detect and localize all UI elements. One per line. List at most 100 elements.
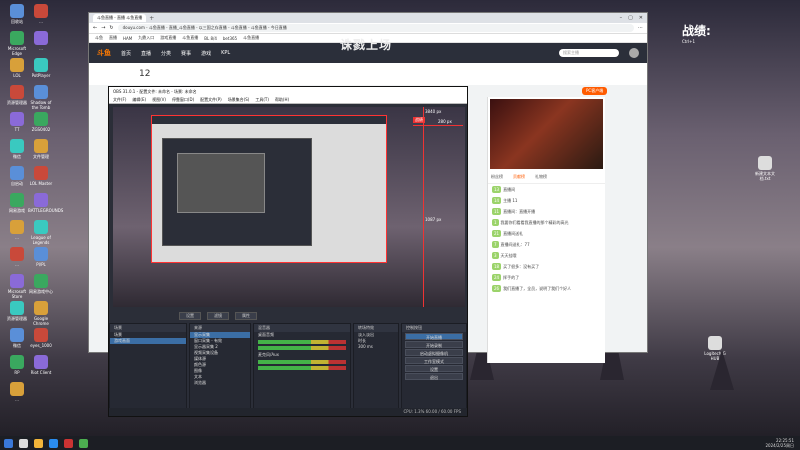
obs-toolbar-button[interactable]: 设置 <box>179 312 201 320</box>
control-button[interactable]: 设置 <box>405 365 463 372</box>
transition-duration[interactable]: 300 ms <box>354 344 398 350</box>
desktop-icon[interactable]: Google Chrome <box>28 301 54 326</box>
desktop-icon[interactable]: 资源管理器 <box>4 301 30 321</box>
close-icon[interactable]: ✕ <box>639 15 643 21</box>
desktop-icon[interactable]: BATTLEGROUNDS <box>28 193 63 213</box>
desktop-icon[interactable]: LOL Master <box>28 166 54 186</box>
site-nav-link[interactable]: KPL <box>221 50 230 57</box>
desktop-icon-label: 微信 <box>13 154 21 159</box>
back-icon[interactable]: ← <box>93 25 97 31</box>
chat-tab[interactable]: 贡献榜 <box>513 174 525 180</box>
source-item[interactable]: 浏览器 <box>190 380 250 386</box>
desktop-icon[interactable]: 资源管理器 <box>4 85 30 105</box>
extensions-icon[interactable]: ⋯ <box>638 25 643 31</box>
site-nav-link[interactable]: 赛事 <box>181 50 191 57</box>
obs-source-toolbar: 设置 滤镜 属性 <box>109 311 467 321</box>
site-nav-link[interactable]: 直播 <box>141 50 151 57</box>
user-avatar[interactable] <box>629 48 639 58</box>
start-icon[interactable] <box>4 438 13 448</box>
obs-menu-item[interactable]: 视图(V) <box>152 96 166 103</box>
desktop-icon-label: 新建文本文档.txt <box>755 171 775 181</box>
side-video-thumbnail[interactable] <box>490 99 603 169</box>
forward-icon[interactable]: → <box>101 25 105 31</box>
system-tray[interactable]: 22:25:51 2024/2/25周日 <box>765 438 800 448</box>
desktop-icon[interactable]: TT <box>4 112 30 132</box>
desktop-icon[interactable]: 自启动 <box>4 166 30 186</box>
url-field[interactable]: douyu.com - 斗鱼直播 - 直播_斗鱼直播 - 以三国之存直播 - 斗… <box>117 24 634 32</box>
bookmark-item[interactable]: 斗鱼直播 <box>182 35 198 41</box>
obs-preview[interactable]: 战绩 3840 px 1087 px 280 px <box>113 107 465 307</box>
desktop-icon[interactable]: 微信 <box>4 139 30 159</box>
desktop-icon[interactable]: 网易游戏中心 <box>28 274 54 294</box>
bookmark-item[interactable]: 斗鱼 <box>95 35 103 41</box>
search-icon[interactable] <box>19 438 28 448</box>
desktop-icon[interactable]: ... <box>4 247 30 267</box>
desktop-icon[interactable]: PotPlayer <box>28 58 54 78</box>
desktop-icon[interactable]: League of Legends <box>28 220 54 245</box>
desktop-icon-image <box>10 193 24 207</box>
desktop-icon[interactable]: 新建文本文档.txt <box>752 156 778 181</box>
desktop-icon[interactable]: ... <box>28 4 54 24</box>
bookmark-item[interactable]: 直播 <box>109 35 117 41</box>
file-explorer-icon[interactable] <box>34 438 43 448</box>
desktop-icon[interactable]: 网易游戏 <box>4 193 30 213</box>
desktop-icon[interactable]: ... <box>4 382 30 402</box>
obs-menu-item[interactable]: 文件(F) <box>113 96 126 103</box>
desktop-icon[interactable]: Microsoft Store <box>4 274 30 299</box>
chat-tab[interactable]: 礼物榜 <box>535 174 547 180</box>
bookmark-item[interactable]: BL 8/4 <box>204 36 217 41</box>
site-nav-link[interactable]: 首页 <box>121 50 131 57</box>
wechat-icon[interactable] <box>79 438 88 448</box>
obs-menu-item[interactable]: 配置文件(P) <box>200 96 222 103</box>
control-button[interactable]: 退出 <box>405 373 463 380</box>
site-search-input[interactable]: 搜索主播 <box>559 49 619 57</box>
obs-toolbar-button[interactable]: 属性 <box>235 312 257 320</box>
control-button[interactable]: 开始直播 <box>405 333 463 340</box>
control-button[interactable]: 启动虚拟摄像机 <box>405 349 463 356</box>
desktop-icon[interactable]: 文件管理 <box>28 139 54 159</box>
obs-icon[interactable] <box>64 438 73 448</box>
edge-icon[interactable] <box>49 438 58 448</box>
desktop-icon[interactable]: 微信 <box>4 328 30 348</box>
desktop-icon[interactable]: LOL <box>4 58 30 78</box>
maximize-icon[interactable]: ▢ <box>628 15 633 21</box>
desktop-icon[interactable]: eyes_1000 <box>28 328 54 348</box>
site-logo[interactable]: 斗鱼 <box>97 48 111 58</box>
new-tab-icon[interactable]: + <box>149 15 154 22</box>
obs-toolbar-button[interactable]: 滤镜 <box>207 312 229 320</box>
bookmark-item[interactable]: 斗鱼直播 <box>243 35 259 41</box>
obs-menu-item[interactable]: 帮助(H) <box>275 96 289 103</box>
bookmark-item[interactable]: 九鼎入口 <box>138 35 154 41</box>
minimize-icon[interactable]: – <box>620 15 623 21</box>
obs-menu-item[interactable]: 场景集合(S) <box>228 96 250 103</box>
desktop-icon-image <box>34 31 48 45</box>
desktop-icon[interactable]: Microsoft Edge <box>4 31 30 56</box>
obs-menu-item[interactable]: 停靠窗口(D) <box>172 96 194 103</box>
obs-menu-item[interactable]: 编辑(E) <box>132 96 146 103</box>
control-button[interactable]: 开始录制 <box>405 341 463 348</box>
chat-text: 买了很多：没有买了 <box>503 264 540 269</box>
desktop-icon[interactable]: 回收站 <box>4 4 30 24</box>
site-nav-link[interactable]: 分类 <box>161 50 171 57</box>
reload-icon[interactable]: ↻ <box>109 25 113 31</box>
desktop-icon[interactable]: RP <box>4 355 30 375</box>
bookmark-item[interactable]: HAM <box>123 36 132 41</box>
volume-slider[interactable] <box>258 346 346 350</box>
desktop-icon[interactable]: ... <box>4 220 30 240</box>
scene-item[interactable]: 游戏画面 <box>110 338 186 344</box>
volume-slider[interactable] <box>258 366 346 370</box>
bookmark-item[interactable]: 游戏直播 <box>160 35 176 41</box>
site-nav-link[interactable]: 游戏 <box>201 50 211 57</box>
desktop-icon[interactable]: Pl/PL <box>28 247 54 267</box>
desktop-icon-label: Google Chrome <box>33 316 49 326</box>
desktop-icon[interactable]: Shadow of the Tomb <box>28 85 54 110</box>
chat-tab[interactable]: 粉丝榜 <box>491 174 503 180</box>
desktop-icon[interactable]: Riot Client <box>28 355 54 375</box>
control-button[interactable]: 工作室模式 <box>405 357 463 364</box>
obs-menu-item[interactable]: 工具(T) <box>255 96 269 103</box>
browser-tab[interactable]: 斗鱼直播 - 直播 斗鱼直播 <box>93 14 147 22</box>
pc-client-button[interactable]: PC客户端 <box>582 87 608 95</box>
desktop-icon[interactable]: ... <box>28 31 54 51</box>
desktop-icon[interactable]: ZGS0402 <box>28 112 54 132</box>
bookmark-item[interactable]: bet365 <box>223 36 237 41</box>
